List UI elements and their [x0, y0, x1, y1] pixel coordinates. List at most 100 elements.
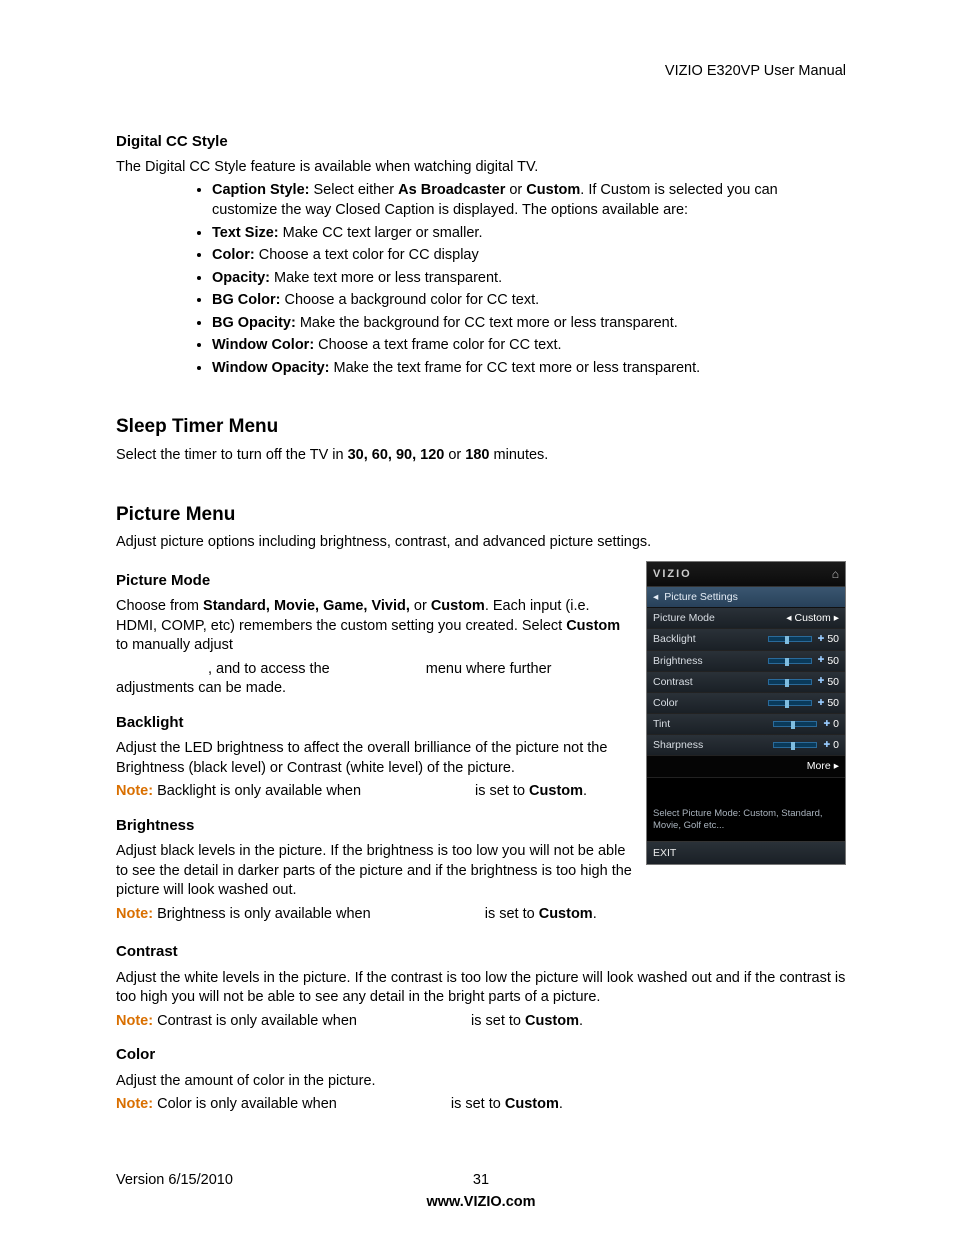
osd-slider: [768, 636, 812, 642]
osd-subtitle-row: ◂ Picture Settings: [647, 587, 845, 608]
text: or: [444, 447, 465, 463]
osd-row-label: Color: [653, 696, 678, 710]
text: 180: [465, 447, 489, 463]
osd-row-brightness: Brightness ✚ 50: [647, 651, 845, 672]
backlight-note: Note: Backlight is only available when i…: [116, 782, 632, 802]
label: Caption Style:: [212, 182, 309, 198]
bullet-caption-style: Caption Style: Select either As Broadcas…: [212, 181, 846, 220]
text: Custom: [539, 906, 593, 922]
note-label: Note:: [116, 906, 153, 922]
label: BG Opacity:: [212, 315, 296, 331]
label: Color:: [212, 247, 255, 263]
text: Contrast is only available when: [153, 1013, 361, 1029]
text: is set to: [485, 906, 539, 922]
osd-row-value: ✚ 0: [773, 738, 839, 752]
heading-sleep-timer: Sleep Timer Menu: [116, 414, 846, 440]
osd-row-picture-mode: Picture Mode ◂ Custom ▸: [647, 608, 845, 629]
text: Choose a text frame color for CC text.: [314, 337, 561, 353]
footer-page-number: 31: [116, 1171, 846, 1191]
text: .: [579, 1013, 583, 1029]
osd-slider: [768, 700, 812, 706]
brightness-body: Adjust black levels in the picture. If t…: [116, 842, 632, 901]
text: Color is only available when: [153, 1096, 341, 1112]
heading-picture-menu: Picture Menu: [116, 502, 846, 528]
osd-picture-settings: VIZIO ⌂ ◂ Picture Settings Picture Mode ◂…: [646, 561, 846, 865]
heading-picture-mode: Picture Mode: [116, 571, 632, 591]
osd-row-value: ✚ 50: [768, 632, 839, 646]
text: minutes.: [490, 447, 549, 463]
bullet-bg-color: BG Color: Choose a background color for …: [212, 291, 846, 311]
picture-mode-body: Choose from Standard, Movie, Game, Vivid…: [116, 597, 632, 656]
text: Custom: [566, 618, 620, 634]
osd-row-color: Color ✚ 50: [647, 693, 845, 714]
text: Custom: [529, 783, 583, 799]
text: Select the timer to turn off the TV in: [116, 447, 348, 463]
text: Standard, Movie, Game, Vivid,: [203, 598, 410, 614]
osd-slider: [773, 742, 817, 748]
chevron-right-icon: ▸: [834, 759, 839, 773]
text: or: [505, 182, 526, 198]
color-body: Adjust the amount of color in the pictur…: [116, 1072, 846, 1092]
heading-color: Color: [116, 1045, 846, 1065]
osd-slider: [773, 721, 817, 727]
osd-hint: Select Picture Mode: Custom, Standard, M…: [647, 777, 845, 841]
picture-mode-body-2: , and to access the menu where further a…: [116, 660, 632, 699]
plus-icon: ✚: [818, 676, 825, 687]
label: Text Size:: [212, 225, 279, 241]
text: Select either: [309, 182, 398, 198]
color-note: Note: Color is only available when is se…: [116, 1095, 846, 1115]
contrast-body: Adjust the white levels in the picture. …: [116, 969, 846, 1008]
bullet-opacity: Opacity: Make text more or less transpar…: [212, 269, 846, 289]
text: or: [410, 598, 431, 614]
osd-row-tint: Tint✚ 0: [647, 714, 845, 735]
osd-row-value: ✚ 50: [768, 654, 839, 668]
digital-cc-bullets: Caption Style: Select either As Broadcas…: [116, 181, 846, 378]
brightness-note: Note: Brightness is only available when …: [116, 905, 632, 925]
osd-row-label: Picture Mode: [653, 611, 715, 625]
text: .: [583, 783, 587, 799]
osd-row-value: ✚ 50: [768, 675, 839, 689]
picture-menu-intro: Adjust picture options including brightn…: [116, 533, 846, 553]
backlight-body: Adjust the LED brightness to affect the …: [116, 739, 632, 778]
osd-row-value: ✚ 50: [768, 696, 839, 710]
text: Backlight is only available when: [153, 783, 365, 799]
text: .: [593, 906, 597, 922]
osd-row-label: Brightness: [653, 654, 703, 668]
text: Choose a text color for CC display: [255, 247, 479, 263]
heading-contrast: Contrast: [116, 942, 846, 962]
osd-row-label: Sharpness: [653, 738, 703, 752]
text: Custom: [431, 598, 485, 614]
bullet-text-size: Text Size: Make CC text larger or smalle…: [212, 224, 846, 244]
label: Opacity:: [212, 270, 270, 286]
osd-more-row: More ▸: [647, 756, 845, 776]
plus-icon: ✚: [818, 655, 825, 666]
contrast-note: Note: Contrast is only available when is…: [116, 1012, 846, 1032]
bullet-bg-opacity: BG Opacity: Make the background for CC t…: [212, 314, 846, 334]
header-manual-title: VIZIO E320VP User Manual: [116, 62, 846, 82]
footer-url: www.VIZIO.com: [116, 1193, 846, 1213]
osd-row-value: ✚ 0: [773, 717, 839, 731]
osd-row-value: ◂ Custom ▸: [786, 611, 839, 625]
heading-brightness: Brightness: [116, 816, 632, 836]
text: to manually adjust: [116, 637, 233, 653]
plus-icon: ✚: [818, 698, 825, 709]
chevron-right-icon: ▸: [834, 611, 839, 625]
text: Make the text frame for CC text more or …: [329, 360, 700, 376]
text: is set to: [471, 1013, 525, 1029]
osd-row-backlight: Backlight ✚ 50: [647, 629, 845, 650]
osd-row-label: Contrast: [653, 675, 693, 689]
sleep-timer-body: Select the timer to turn off the TV in 3…: [116, 446, 846, 466]
text: As Broadcaster: [398, 182, 505, 198]
osd-brand: VIZIO: [653, 567, 692, 582]
bullet-color: Color: Choose a text color for CC displa…: [212, 246, 846, 266]
osd-more-label: More: [807, 759, 831, 773]
page-footer: Version 6/15/2010 31 www.VIZIO.com: [116, 1171, 846, 1191]
osd-row-label: Backlight: [653, 632, 696, 646]
plus-icon: ✚: [823, 719, 830, 730]
osd-titlebar: VIZIO ⌂: [647, 562, 845, 587]
bullet-window-color: Window Color: Choose a text frame color …: [212, 336, 846, 356]
label: Window Color:: [212, 337, 314, 353]
text: Make the background for CC text more or …: [296, 315, 678, 331]
text: , and to access the: [208, 661, 334, 677]
osd-subtitle: Picture Settings: [664, 590, 738, 604]
